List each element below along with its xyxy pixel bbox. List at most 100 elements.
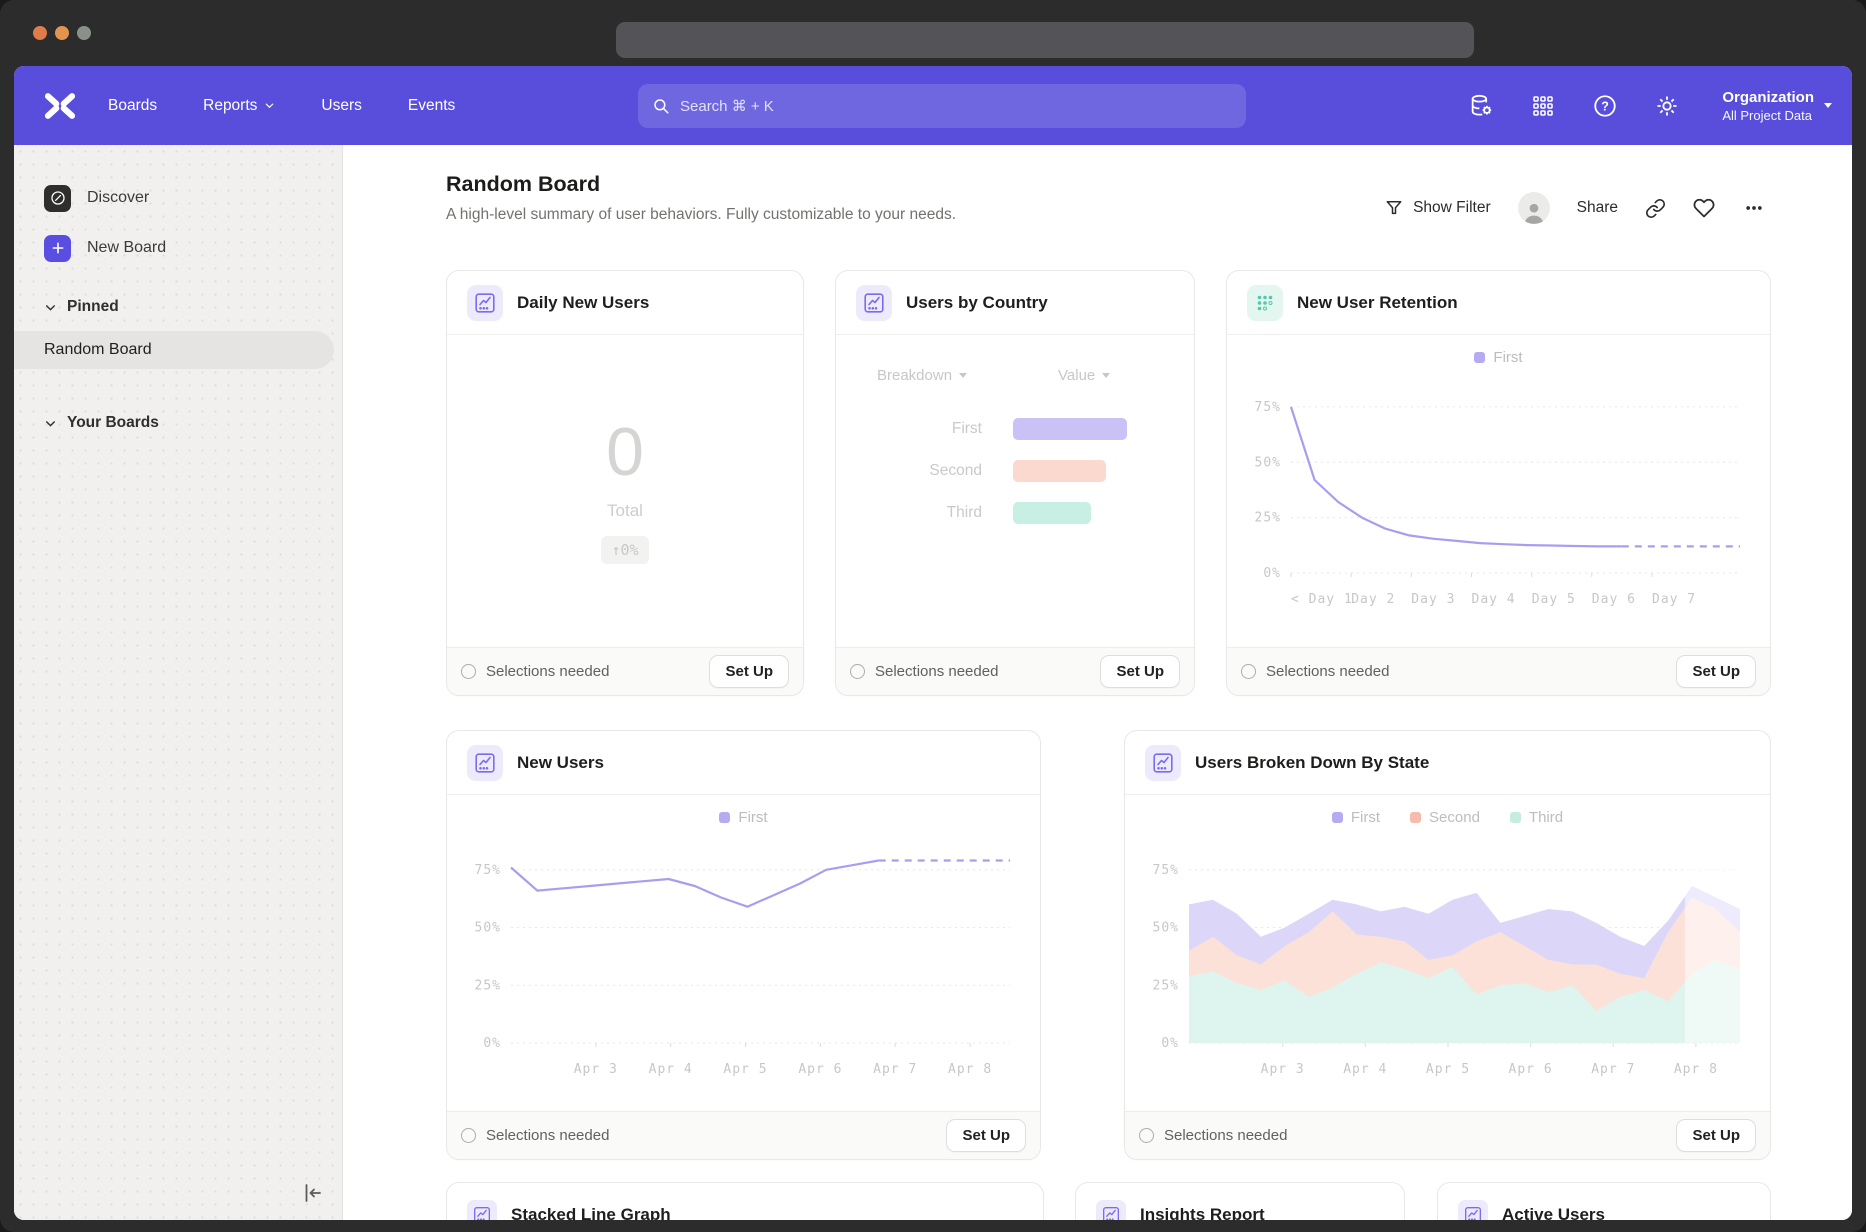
- top-nav: Boards Reports Users Events: [14, 66, 1852, 145]
- window-titlebar: [0, 0, 1866, 66]
- nav-link-reports[interactable]: Reports: [203, 97, 275, 115]
- svg-text:75%: 75%: [1255, 400, 1281, 415]
- svg-text:Day 5: Day 5: [1532, 592, 1576, 607]
- favorite-heart-icon[interactable]: [1693, 197, 1715, 219]
- sidebar-section-pinned[interactable]: Pinned: [44, 293, 342, 321]
- bar-row: First: [836, 418, 1194, 440]
- nav-link-users[interactable]: Users: [321, 97, 361, 115]
- svg-text:Apr 7: Apr 7: [873, 1062, 917, 1077]
- insights-chart-icon: [1096, 1200, 1126, 1220]
- sidebar-item-discover[interactable]: Discover: [44, 181, 342, 215]
- sidebar: Discover New Board Pinned Random Board: [14, 145, 343, 1220]
- section-label: Your Boards: [67, 414, 159, 432]
- org-switcher[interactable]: Organization All Project Data: [1722, 88, 1832, 123]
- global-search[interactable]: [638, 84, 1246, 128]
- address-bar[interactable]: [616, 22, 1474, 58]
- nav-links: Boards Reports Users Events: [108, 66, 455, 145]
- legend-swatch: [719, 812, 730, 823]
- apps-grid-icon[interactable]: [1530, 93, 1556, 119]
- bar-row: Second: [836, 460, 1194, 482]
- chevron-down-icon: [44, 301, 57, 314]
- more-options-icon[interactable]: [1742, 198, 1766, 218]
- insights-chart-icon: [467, 1200, 497, 1220]
- section-label: Pinned: [67, 298, 119, 316]
- set-up-button[interactable]: Set Up: [946, 1119, 1026, 1152]
- svg-text:Day 2: Day 2: [1351, 592, 1395, 607]
- card-title: New Users: [517, 753, 604, 773]
- sidebar-item-random-board[interactable]: Random Board: [14, 331, 334, 369]
- bar-label: Third: [947, 504, 982, 522]
- metric-label: Total: [607, 501, 643, 521]
- status-text: Selections needed: [875, 663, 998, 680]
- metric-value: 0: [606, 418, 644, 486]
- svg-text:Apr 4: Apr 4: [649, 1062, 693, 1077]
- svg-text:50%: 50%: [475, 921, 501, 936]
- svg-text:Apr 3: Apr 3: [574, 1062, 618, 1077]
- card-title: Users Broken Down By State: [1195, 753, 1429, 773]
- nav-link-events[interactable]: Events: [408, 97, 455, 115]
- sidebar-item-new-board[interactable]: New Board: [44, 231, 342, 265]
- status-text: Selections needed: [486, 1127, 609, 1144]
- legend-label: Third: [1529, 809, 1563, 826]
- card-stacked-line-graph: Stacked Line Graph: [446, 1182, 1044, 1220]
- status-text: Selections needed: [1164, 1127, 1287, 1144]
- breakdown-dropdown[interactable]: Breakdown: [877, 367, 967, 384]
- help-icon[interactable]: ?: [1592, 93, 1618, 119]
- status-radio-icon: [1139, 1128, 1154, 1143]
- card-footer: Selections needed Set Up: [447, 647, 803, 695]
- zoom-window-button[interactable]: [77, 26, 91, 40]
- sidebar-item-label: New Board: [87, 239, 166, 257]
- compass-icon: [44, 185, 71, 212]
- svg-text:Apr 4: Apr 4: [1343, 1062, 1387, 1077]
- legend-swatch: [1410, 812, 1421, 823]
- svg-text:75%: 75%: [1153, 863, 1179, 878]
- show-filter-button[interactable]: Show Filter: [1384, 198, 1491, 218]
- app-window: Boards Reports Users Events: [14, 66, 1852, 1220]
- board-main: Random Board A high-level summary of use…: [343, 145, 1852, 1220]
- close-window-button[interactable]: [33, 26, 47, 40]
- card-footer: Selections needed Set Up: [1227, 647, 1770, 695]
- set-up-button[interactable]: Set Up: [1100, 655, 1180, 688]
- set-up-button[interactable]: Set Up: [1676, 655, 1756, 688]
- bar-first: [1013, 418, 1127, 440]
- status-text: Selections needed: [1266, 663, 1389, 680]
- dropdown-label: Breakdown: [877, 367, 952, 384]
- set-up-button[interactable]: Set Up: [1676, 1119, 1756, 1152]
- svg-text:Apr 3: Apr 3: [1261, 1062, 1305, 1077]
- svg-text:Day 4: Day 4: [1472, 592, 1516, 607]
- nav-link-boards[interactable]: Boards: [108, 97, 157, 115]
- svg-text:Apr 5: Apr 5: [723, 1062, 767, 1077]
- bar-row: Third: [836, 502, 1194, 524]
- status-radio-icon: [1241, 664, 1256, 679]
- chevron-down-icon: [1102, 373, 1110, 378]
- page-title: Random Board: [446, 172, 956, 197]
- set-up-button[interactable]: Set Up: [709, 655, 789, 688]
- card-footer: Selections needed Set Up: [447, 1111, 1040, 1159]
- nav-link-label: Users: [321, 97, 361, 115]
- share-label: Share: [1577, 199, 1618, 217]
- card-title: New User Retention: [1297, 293, 1458, 313]
- value-dropdown[interactable]: Value: [1058, 367, 1110, 384]
- svg-text:50%: 50%: [1255, 455, 1281, 470]
- search-input[interactable]: [680, 98, 1232, 115]
- svg-text:Day 3: Day 3: [1411, 592, 1455, 607]
- settings-gear-icon[interactable]: [1654, 93, 1680, 119]
- copy-link-icon[interactable]: [1645, 198, 1666, 219]
- card-daily-new-users: Daily New Users 0 Total ↑0% Selections n…: [446, 270, 804, 696]
- avatar[interactable]: [1518, 192, 1550, 224]
- status-radio-icon: [850, 664, 865, 679]
- share-button[interactable]: Share: [1577, 199, 1618, 217]
- mixpanel-logo-icon[interactable]: [42, 88, 78, 124]
- insights-chart-icon: [856, 285, 892, 321]
- svg-text:Apr 6: Apr 6: [798, 1062, 842, 1077]
- data-management-icon[interactable]: [1468, 93, 1494, 119]
- card-insights-report: Insights Report: [1075, 1182, 1405, 1220]
- svg-text:25%: 25%: [475, 978, 501, 993]
- svg-text:0%: 0%: [1161, 1036, 1179, 1051]
- chart-legend: First: [1227, 349, 1770, 366]
- svg-text:Apr 6: Apr 6: [1509, 1062, 1553, 1077]
- bar-label: Second: [929, 462, 982, 480]
- minimize-window-button[interactable]: [55, 26, 69, 40]
- sidebar-section-your-boards[interactable]: Your Boards: [44, 409, 342, 437]
- collapse-sidebar-icon[interactable]: [300, 1180, 326, 1206]
